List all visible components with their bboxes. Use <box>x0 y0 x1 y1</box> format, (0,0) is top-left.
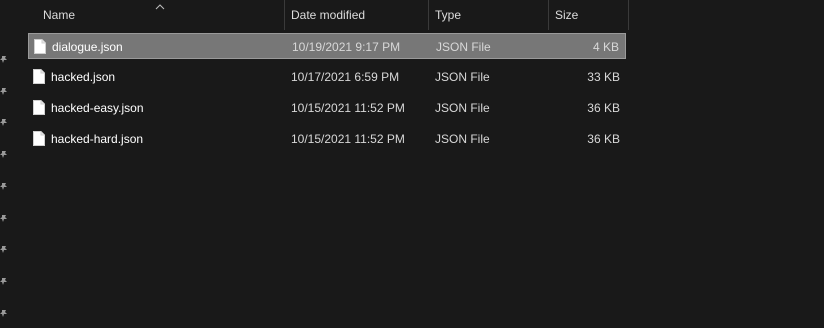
file-date-modified: 10/19/2021 9:17 PM <box>292 40 401 54</box>
file-date-modified: 10/15/2021 11:52 PM <box>291 101 405 115</box>
file-type: JSON File <box>435 101 490 115</box>
file-name: hacked-hard.json <box>51 132 144 146</box>
file-type: JSON File <box>436 40 491 54</box>
file-row-selected[interactable]: dialogue.json 10/19/2021 9:17 PM JSON Fi… <box>28 33 626 59</box>
pin-icon[interactable] <box>0 277 8 285</box>
pin-icon[interactable] <box>0 245 8 253</box>
file-icon <box>33 69 45 84</box>
file-type: JSON File <box>435 70 490 84</box>
file-row[interactable]: hacked.json 10/17/2021 6:59 PM JSON File… <box>28 64 626 90</box>
file-size: 36 KB <box>587 101 620 115</box>
pin-icon[interactable] <box>0 309 8 317</box>
file-row[interactable]: hacked-hard.json 10/15/2021 11:52 PM JSO… <box>28 126 626 152</box>
file-size: 33 KB <box>587 70 620 84</box>
file-list: dialogue.json 10/19/2021 9:17 PM JSON Fi… <box>28 33 626 157</box>
file-name: dialogue.json <box>52 40 123 54</box>
file-name: hacked-easy.json <box>51 101 144 115</box>
file-name: hacked.json <box>51 70 116 84</box>
pin-icon[interactable] <box>0 118 8 126</box>
file-date-modified: 10/17/2021 6:59 PM <box>291 70 400 84</box>
file-icon <box>34 39 46 54</box>
pin-icon[interactable] <box>0 150 8 158</box>
pin-icon[interactable] <box>0 55 8 63</box>
file-explorer-window: Name Date modified Type Size dialogue.js… <box>0 0 824 328</box>
file-type: JSON File <box>435 132 490 146</box>
file-date-modified: 10/15/2021 11:52 PM <box>291 132 405 146</box>
column-header-name[interactable]: Name <box>29 0 285 30</box>
pin-icon[interactable] <box>0 182 8 190</box>
file-row[interactable]: hacked-easy.json 10/15/2021 11:52 PM JSO… <box>28 95 626 121</box>
file-size: 4 KB <box>592 40 619 54</box>
file-icon <box>33 131 45 146</box>
pin-icon[interactable] <box>0 214 8 222</box>
pin-icon[interactable] <box>0 87 8 95</box>
file-icon <box>33 100 45 115</box>
column-header-size[interactable]: Size <box>549 0 629 30</box>
column-header-type[interactable]: Type <box>429 0 549 30</box>
navigation-pane-edge <box>0 0 12 328</box>
column-header-bar: Name Date modified Type Size <box>29 0 629 30</box>
column-header-date-modified[interactable]: Date modified <box>285 0 429 30</box>
file-size: 36 KB <box>587 132 620 146</box>
